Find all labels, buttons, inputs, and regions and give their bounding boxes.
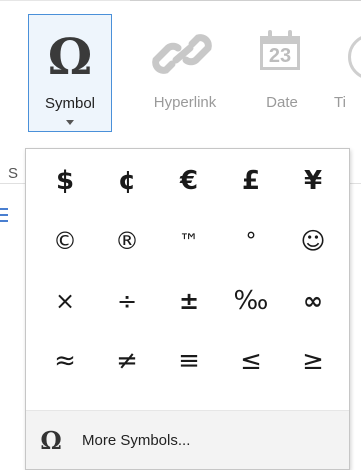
symbol-greater-equal[interactable]: ≥ xyxy=(284,333,342,389)
symbol-yen[interactable]: ¥ xyxy=(284,153,342,209)
ribbon-top-divider xyxy=(130,0,361,1)
calendar-day: 23 xyxy=(260,36,300,70)
more-symbols-label: More Symbols... xyxy=(82,431,191,449)
symbol-registered[interactable]: ® xyxy=(98,213,156,269)
link-icon xyxy=(146,24,224,80)
symbol-infinity[interactable]: ∞ xyxy=(284,273,342,329)
symbol-per-mille[interactable]: ‰ xyxy=(222,273,280,329)
align-lines-icon xyxy=(0,208,8,222)
clock-icon xyxy=(334,24,361,80)
omega-icon: Ω xyxy=(47,27,93,86)
symbol-copyright[interactable]: © xyxy=(36,213,94,269)
symbol-pound[interactable]: £ xyxy=(222,153,280,209)
ribbon: Ω Symbol Hyperlink 23 Date Ti xyxy=(0,0,361,165)
hyperlink-label: Hyperlink xyxy=(153,94,217,111)
symbol-button-label: Symbol xyxy=(44,95,96,112)
symbol-divide[interactable]: ÷ xyxy=(98,273,156,329)
symbol-identical[interactable]: ≡ xyxy=(160,333,218,389)
symbol-trademark[interactable]: ™ xyxy=(160,213,218,269)
symbol-multiply[interactable]: × xyxy=(36,273,94,329)
symbol-button[interactable]: Ω Symbol xyxy=(28,14,112,132)
symbol-menu: $ ¢ € £ ¥ © ® ™ ° ☺ × ÷ ± ‰ ∞ ≈ ≠ ≡ ≤ ≥ … xyxy=(25,148,350,470)
symbol-approx[interactable]: ≈ xyxy=(36,333,94,389)
symbol-not-equal[interactable]: ≠ xyxy=(98,333,156,389)
symbol-degree[interactable]: ° xyxy=(222,213,280,269)
time-label: Ti xyxy=(334,94,346,111)
symbol-plus-minus[interactable]: ± xyxy=(160,273,218,329)
symbol-cent[interactable]: ¢ xyxy=(98,153,156,209)
symbol-less-equal[interactable]: ≤ xyxy=(222,333,280,389)
symbol-smiley[interactable]: ☺ xyxy=(284,213,342,269)
symbol-euro[interactable]: € xyxy=(160,153,218,209)
group-label-partial: S xyxy=(8,165,19,182)
time-button[interactable]: Ti xyxy=(334,14,361,132)
more-symbols-button[interactable]: Ω More Symbols... xyxy=(26,411,349,469)
hyperlink-button[interactable]: Hyperlink xyxy=(146,14,224,132)
date-button[interactable]: 23 Date xyxy=(258,14,306,132)
symbol-dollar[interactable]: $ xyxy=(36,153,94,209)
date-label: Date xyxy=(266,94,298,111)
omega-icon: Ω xyxy=(40,425,62,455)
chevron-down-icon xyxy=(66,120,74,125)
calendar-icon: 23 xyxy=(258,24,306,80)
